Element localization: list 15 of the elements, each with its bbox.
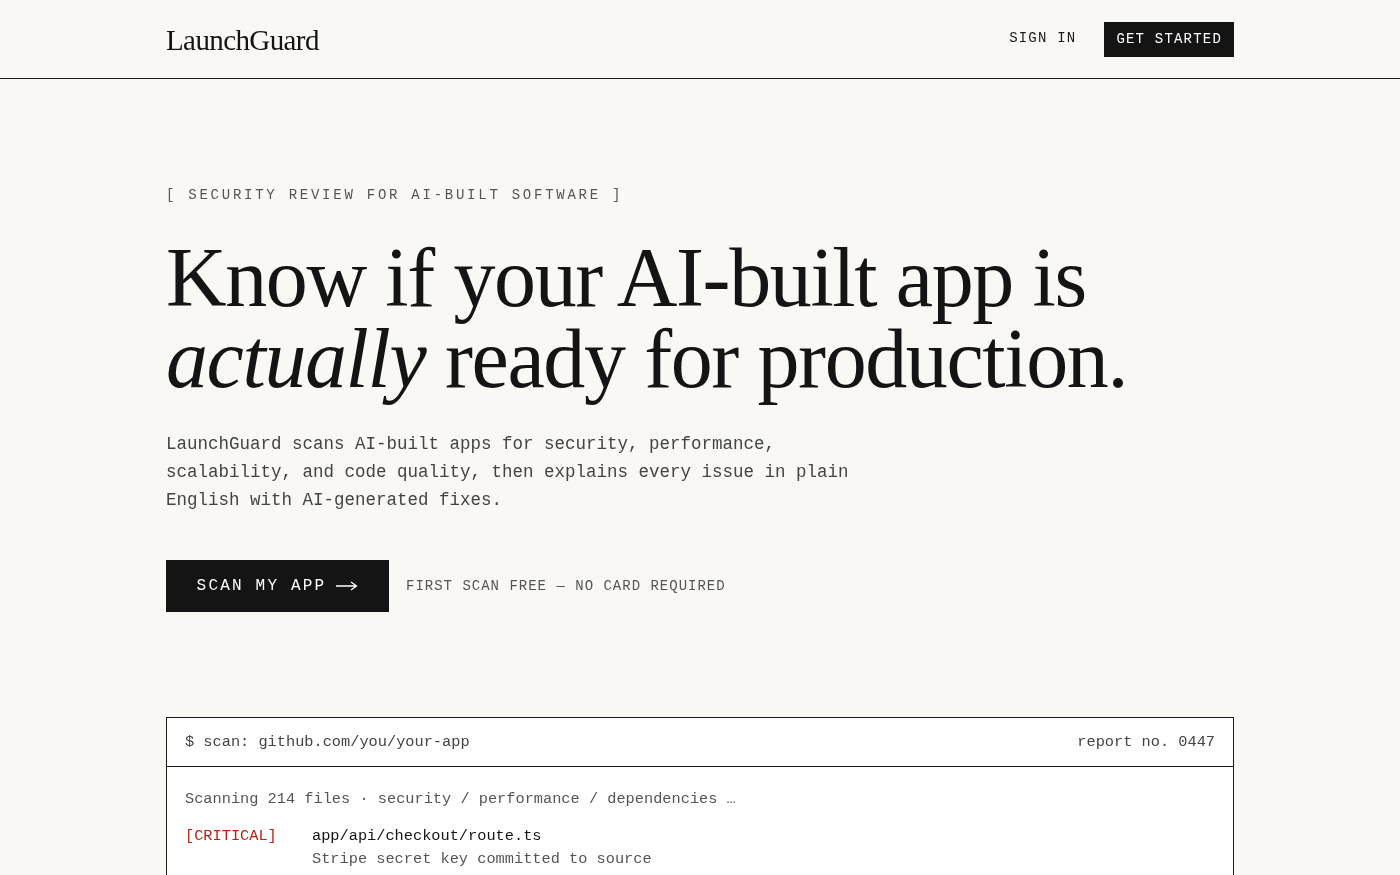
scan-button[interactable]: SCAN MY APP	[166, 560, 389, 612]
severity-tag: [CRITICAL]	[185, 825, 312, 871]
scan-command-text: $ scan: github.com/you/your-app	[185, 733, 470, 751]
sign-in-link[interactable]: SIGN IN	[1009, 30, 1077, 46]
eyebrow-text: [ SECURITY REVIEW FOR AI-BUILT SOFTWARE ]	[166, 186, 625, 205]
finding-detail-text: Stripe secret key committed to source	[312, 849, 652, 870]
logo[interactable]: LaunchGuard	[166, 23, 319, 57]
get-started-button[interactable]: GET STARTED	[1104, 21, 1234, 57]
report-number-text: report no. 0447	[1077, 733, 1215, 751]
headline: Know if your AI-built app is actually ready for production.	[166, 233, 1128, 407]
arrow-icon	[336, 581, 359, 591]
scan-status-text: Scanning 214 files · security / performance / dependencies …	[185, 789, 737, 810]
note-text: FIRST SCAN FREE — NO CARD REQUIRED	[406, 578, 726, 594]
description-text: LaunchGuard scans AI-built apps for security, performance, scalability, and code quality, then explains every issue in plain English with AI-generated fixes.	[166, 433, 850, 512]
file-path-text: app/api/checkout/route.ts	[312, 826, 543, 847]
